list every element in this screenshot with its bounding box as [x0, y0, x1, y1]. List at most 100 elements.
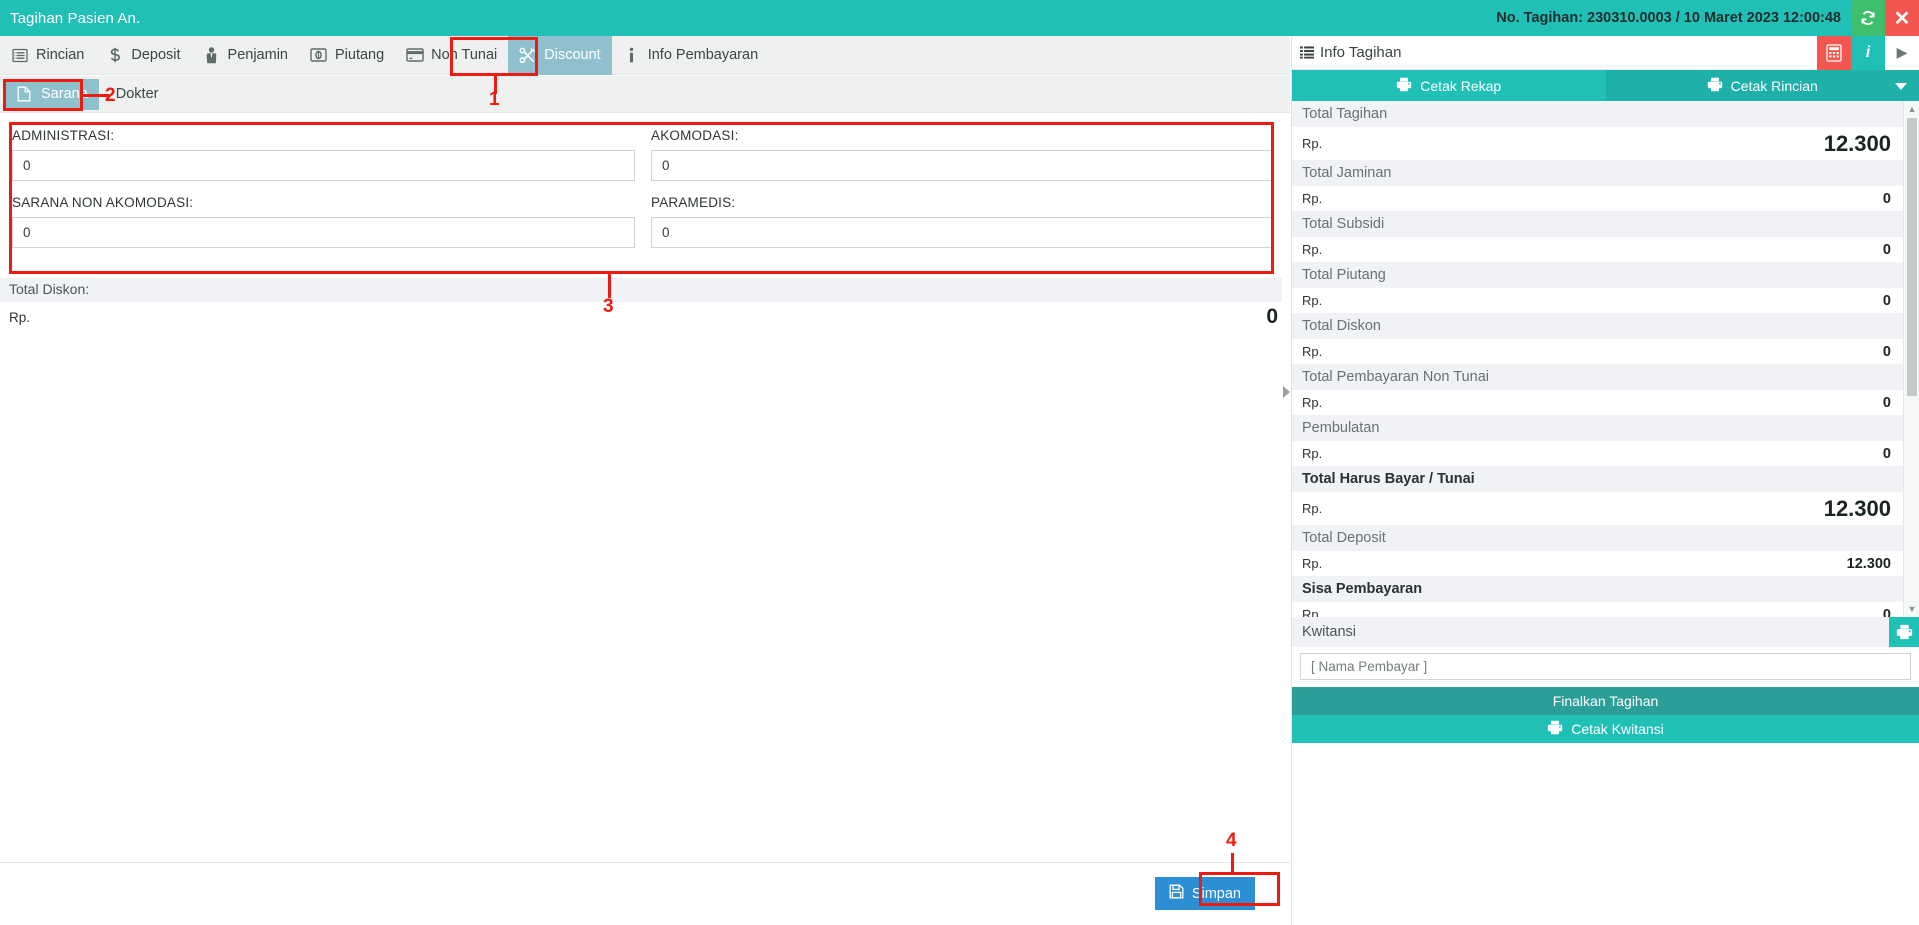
save-button[interactable]: Simpan — [1155, 877, 1255, 910]
refresh-icon[interactable] — [1851, 0, 1885, 36]
toolbar-item-piutang[interactable]: Piutang — [299, 36, 395, 75]
calculator-icon[interactable] — [1817, 36, 1851, 70]
row-value-total-jaminan: Rp. 0 — [1292, 186, 1903, 211]
row-value-total-piutang: Rp. 0 — [1292, 288, 1903, 313]
chevron-down-icon — [1895, 78, 1907, 94]
toolbar-label-non-tunai: Non Tunai — [431, 47, 497, 63]
field-akomodasi: AKOMODASI: — [651, 128, 1274, 181]
currency-label: Rp. — [1302, 344, 1322, 359]
row-label-total-piutang: Total Piutang — [1292, 262, 1903, 288]
field-sarana-non-akomodasi: SARANA NON AKOMODASI: — [12, 195, 635, 248]
window-titlebar: Tagihan Pasien An. No. Tagihan: 230310.0… — [0, 0, 1919, 36]
annotation-number-4: 4 — [1226, 830, 1237, 852]
main-toolbar: Rincian Deposit Penjamin — [0, 36, 1290, 75]
print-button-bar: Cetak Rekap Cetak Rincian — [1292, 70, 1919, 101]
scrollbar-thumb[interactable] — [1907, 118, 1917, 396]
amount-total-pembayaran-non-tunai: 0 — [1883, 395, 1891, 411]
sarana-non-akomodasi-input[interactable] — [12, 217, 635, 248]
toolbar-item-penjamin[interactable]: Penjamin — [192, 36, 299, 75]
amount-pembulatan: 0 — [1883, 446, 1891, 462]
currency-label: Rp. — [1302, 501, 1322, 516]
toolbar-item-non-tunai[interactable]: Non Tunai — [395, 36, 508, 75]
akomodasi-input[interactable] — [651, 150, 1274, 181]
panel-splitter[interactable] — [1282, 114, 1291, 862]
info-tagihan-header: Info Tagihan i ▶ — [1292, 36, 1919, 70]
close-icon[interactable]: ✕ — [1885, 0, 1919, 36]
printer-icon[interactable] — [1889, 617, 1919, 647]
scroll-up-icon[interactable]: ▲ — [1904, 101, 1919, 117]
amount-total-jaminan: 0 — [1883, 191, 1891, 207]
list-icon — [11, 46, 29, 64]
scissors-icon — [519, 46, 537, 64]
toolbar-item-deposit[interactable]: Deposit — [95, 36, 191, 75]
annotation-line-4 — [1231, 853, 1234, 873]
dollar-icon — [106, 46, 124, 64]
amount-total-piutang: 0 — [1883, 293, 1891, 309]
currency-label: Rp. — [1302, 395, 1322, 410]
currency-label: Rp. — [1302, 191, 1322, 206]
info-icon[interactable]: i — [1851, 36, 1885, 70]
cetak-rincian-label: Cetak Rincian — [1731, 78, 1818, 94]
paramedis-input[interactable] — [651, 217, 1274, 248]
info-icon — [623, 46, 641, 64]
toolbar-item-info-pembayaran[interactable]: Info Pembayaran — [612, 36, 769, 75]
row-value-pembulatan: Rp. 0 — [1292, 441, 1903, 466]
discount-form-area: ADMINISTRASI: AKOMODASI: SARANA NON AKOM… — [0, 114, 1290, 278]
currency-label: Rp. — [1302, 446, 1322, 461]
currency-label: Rp. — [1302, 293, 1322, 308]
field-paramedis: PARAMEDIS: — [651, 195, 1274, 248]
printer-icon — [1707, 77, 1723, 95]
field-label-akomodasi: AKOMODASI: — [651, 128, 1274, 143]
window-title: Tagihan Pasien An. — [0, 10, 140, 27]
info-tagihan-header-buttons: i ▶ — [1817, 36, 1919, 70]
titlebar-right: No. Tagihan: 230310.0003 / 10 Maret 2023… — [1496, 0, 1919, 36]
toolbar-label-discount: Discount — [544, 47, 600, 63]
discount-form-grid: ADMINISTRASI: AKOMODASI: SARANA NON AKOM… — [12, 128, 1274, 248]
list-icon — [1292, 46, 1314, 59]
person-tie-icon — [203, 46, 221, 64]
kwitansi-input-wrap — [1292, 647, 1919, 687]
currency-label: Rp. — [1302, 242, 1322, 257]
toolbar-item-discount[interactable]: Discount — [508, 36, 611, 75]
toolbar-label-deposit: Deposit — [131, 47, 180, 63]
row-value-sisa-pembayaran: Rp. 0 — [1292, 602, 1903, 617]
field-label-sarana-non-akomodasi: SARANA NON AKOMODASI: — [12, 195, 635, 210]
toolbar-item-rincian[interactable]: Rincian — [0, 36, 95, 75]
row-value-total-tagihan: Rp. 12.300 — [1292, 127, 1903, 160]
cetak-rincian-button[interactable]: Cetak Rincian — [1606, 70, 1919, 101]
chevron-right-icon[interactable]: ▶ — [1885, 36, 1919, 70]
row-value-total-subsidi: Rp. 0 — [1292, 237, 1903, 262]
row-value-total-harus-bayar: Rp. 12.300 — [1292, 492, 1903, 525]
nama-pembayar-input[interactable] — [1300, 653, 1911, 680]
splitter-arrow-icon — [1283, 386, 1290, 398]
info-rows: Total Tagihan Rp. 12.300 Total Jaminan R… — [1292, 101, 1903, 617]
finalkan-tagihan-button[interactable]: Finalkan Tagihan — [1292, 687, 1919, 715]
amount-total-tagihan: 12.300 — [1824, 131, 1891, 157]
sub-tabs: Sarana Dokter — [0, 76, 1290, 113]
content-blank-area — [0, 332, 1290, 862]
annotation-number-3: 3 — [603, 296, 614, 318]
invoice-window: Tagihan Pasien An. No. Tagihan: 230310.0… — [0, 0, 1919, 925]
subtab-label-dokter: Dokter — [116, 86, 159, 102]
administrasi-input[interactable] — [12, 150, 635, 181]
amount-total-deposit: 12.300 — [1847, 556, 1891, 572]
row-label-total-jaminan: Total Jaminan — [1292, 160, 1903, 186]
row-label-pembulatan: Pembulatan — [1292, 415, 1903, 441]
row-label-total-tagihan: Total Tagihan — [1292, 101, 1903, 127]
currency-label: Rp. — [1302, 136, 1322, 151]
scroll-down-icon[interactable]: ▼ — [1904, 601, 1919, 617]
toolbar-label-info-pembayaran: Info Pembayaran — [648, 47, 758, 63]
total-diskon-currency: Rp. — [9, 310, 30, 325]
total-diskon-value-row: Rp. 0 — [0, 302, 1290, 332]
amount-total-subsidi: 0 — [1883, 242, 1891, 258]
save-button-label: Simpan — [1192, 886, 1241, 902]
annotation-number-2: 2 — [105, 85, 116, 107]
printer-icon — [1547, 720, 1563, 738]
info-list-scrollbar[interactable]: ▲ ▼ — [1903, 101, 1919, 617]
cetak-kwitansi-button[interactable]: Cetak Kwitansi — [1292, 715, 1919, 743]
row-label-total-diskon: Total Diskon — [1292, 313, 1903, 339]
cetak-rekap-button[interactable]: Cetak Rekap — [1292, 70, 1606, 101]
total-diskon-amount: 0 — [1266, 305, 1278, 329]
kwitansi-label: Kwitansi — [1292, 624, 1356, 640]
currency-label: Rp. — [1302, 607, 1322, 617]
